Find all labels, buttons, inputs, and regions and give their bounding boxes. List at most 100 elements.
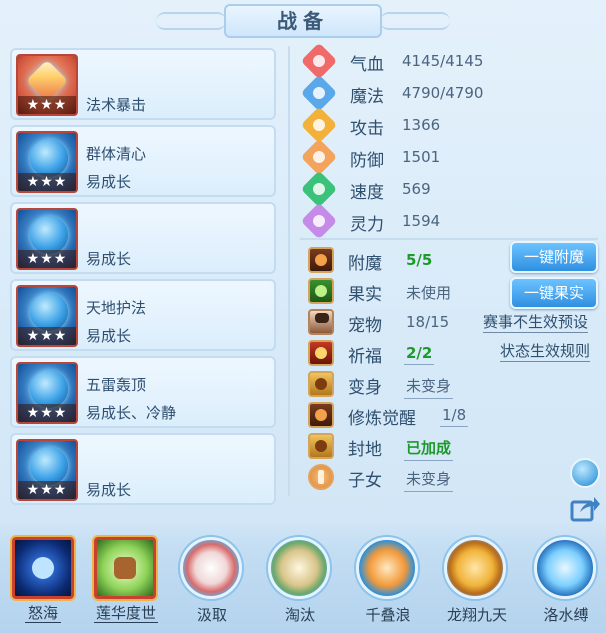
status-rules-link[interactable]: 状态生效规则: [500, 341, 591, 362]
blue-helmet-icon: ★★★: [16, 131, 78, 193]
blessing-value[interactable]: 2/2: [404, 344, 435, 365]
heart-icon: [300, 42, 338, 80]
bottom-skill-label: 龙翔九天: [446, 606, 507, 624]
bottom-skill-label[interactable]: 怒海: [25, 604, 61, 623]
share-icon[interactable]: [570, 494, 600, 522]
skill-card[interactable]: ★★★ 法术暴击: [10, 48, 276, 120]
sword-slash-icon[interactable]: [264, 533, 334, 603]
skill-trait: 易成长: [86, 327, 132, 345]
green-hand-icon[interactable]: [90, 533, 160, 603]
stat-label: 气血: [350, 55, 384, 75]
shield-icon: [300, 138, 338, 176]
event-preset-link[interactable]: 赛事不生效预设: [483, 312, 589, 333]
star-rating: ★★★: [18, 481, 76, 499]
transform-value[interactable]: 未变身: [404, 375, 454, 399]
stat-value: 4145/4145: [402, 52, 484, 70]
star-rating: ★★★: [18, 404, 76, 422]
skill-name: 五雷轰顶: [86, 376, 147, 394]
red-swirl-icon[interactable]: [176, 533, 246, 603]
skill-card[interactable]: ★★★ 易成长: [10, 202, 276, 274]
transform-icon: [308, 371, 334, 397]
skill-card[interactable]: ★★★ 五雷轰顶 易成长、冷静: [10, 356, 276, 428]
stat-row-mp: 魔法 4790/4790: [298, 74, 598, 112]
speech-bubble-icon[interactable]: [570, 458, 600, 488]
stat-label: 速度: [350, 183, 384, 203]
blessing-label: 祈福: [348, 347, 382, 367]
water-bind-icon[interactable]: [530, 533, 600, 603]
stat-value: 569: [402, 180, 431, 198]
skill-trait: 易成长: [86, 173, 132, 191]
stat-row-attack: 攻击 1366: [298, 106, 598, 144]
skill-trait: 易成长: [86, 250, 132, 268]
skill-name: 天地护法: [86, 299, 147, 317]
page-title: 战备: [224, 4, 382, 38]
stat-value: 1366: [402, 116, 441, 134]
fruit-icon: [308, 278, 334, 304]
blue-helmet-icon: ★★★: [16, 362, 78, 424]
transform-row: 变身 未变身: [300, 370, 600, 399]
stat-label: 攻击: [350, 119, 384, 139]
column-divider: [288, 46, 290, 496]
star-rating: ★★★: [18, 96, 76, 114]
pet-value: 18/15: [406, 313, 450, 331]
blue-helmet-icon: ★★★: [16, 208, 78, 270]
bottom-skill-label: 洛水缚: [543, 606, 589, 624]
one-click-fruit-button[interactable]: 一键果实: [510, 277, 598, 309]
blue-helmet-icon: ★★★: [16, 439, 78, 501]
sword-icon: [300, 106, 338, 144]
dragon-fist-icon[interactable]: [440, 533, 510, 603]
title-bar: 战备: [0, 0, 606, 40]
lightning-icon: [300, 170, 338, 208]
one-click-enchant-button[interactable]: 一键附魔: [510, 241, 598, 273]
stat-label: 灵力: [350, 215, 384, 235]
skill-trait: 法术暴击: [86, 96, 147, 114]
stat-row-defense: 防御 1501: [298, 138, 598, 176]
skill-name: 群体清心: [86, 145, 147, 163]
stat-value: 1501: [402, 148, 441, 166]
blessing-icon: [308, 340, 334, 366]
fruit-value: 未使用: [406, 284, 452, 302]
bottom-skill-label: 汲取: [196, 606, 227, 624]
children-row: 子女 未变身: [300, 463, 600, 492]
mana-icon: [300, 74, 338, 112]
bottom-skill-label[interactable]: 莲华度世: [94, 604, 158, 623]
stat-value: 1594: [402, 212, 441, 230]
blue-orb-icon[interactable]: [8, 533, 78, 603]
star-rating: ★★★: [18, 327, 76, 345]
star-rating: ★★★: [18, 250, 76, 268]
awaken-value[interactable]: 1/8: [440, 406, 469, 427]
skill-card[interactable]: ★★★ 易成长: [10, 433, 276, 505]
fruit-label: 果实: [348, 285, 382, 305]
section-divider: [300, 238, 598, 240]
pet-portrait-icon: [308, 309, 334, 335]
title-ornament-right: [380, 12, 450, 30]
blue-helmet-icon: ★★★: [16, 285, 78, 347]
fief-value[interactable]: 已加成: [404, 437, 454, 461]
fief-row: 封地 已加成: [300, 432, 600, 461]
skill-trait: 易成长: [86, 481, 132, 499]
skill-card[interactable]: ★★★ 天地护法 易成长: [10, 279, 276, 351]
awaken-row: 修炼觉醒 1/8: [300, 401, 600, 429]
skill-trait: 易成长、冷静: [86, 404, 177, 422]
children-value[interactable]: 未变身: [404, 468, 454, 492]
star-rating: ★★★: [18, 173, 76, 191]
children-label: 子女: [348, 471, 382, 491]
transform-label: 变身: [348, 378, 382, 398]
bottom-skill-label: 淘汰: [284, 606, 315, 624]
title-ornament-left: [156, 12, 226, 30]
awaken-label: 修炼觉醒: [348, 409, 416, 429]
skill-card[interactable]: ★★★ 群体清心 易成长: [10, 125, 276, 197]
fire-pill-icon: ★★★: [16, 54, 78, 116]
spirit-icon: [300, 202, 338, 240]
stat-label: 防御: [350, 151, 384, 171]
stat-row-speed: 速度 569: [298, 170, 598, 208]
bottom-skill-label: 千叠浪: [365, 606, 411, 624]
stat-value: 4790/4790: [402, 84, 484, 102]
enchant-value: 5/5: [406, 251, 433, 269]
pet-label: 宠物: [348, 316, 382, 336]
cultivation-icon: [308, 402, 334, 428]
wave-icon[interactable]: [352, 533, 422, 603]
children-icon: [308, 464, 334, 490]
fief-label: 封地: [348, 440, 382, 460]
stat-row-spirit: 灵力 1594: [298, 202, 598, 240]
